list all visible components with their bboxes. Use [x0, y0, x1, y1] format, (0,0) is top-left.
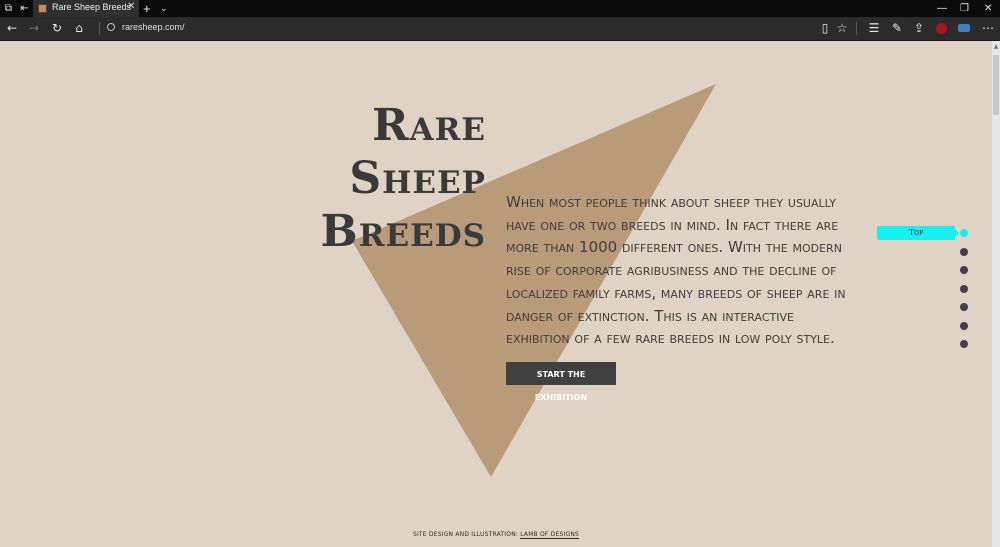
tab-title: Rare Sheep Breeds	[52, 2, 132, 12]
minimize-button[interactable]: —	[937, 0, 947, 17]
browser-nav-bar: ← → ↻ ⌂ raresheep.com/ ▯ ☆ ☰ ✎ ⇪ ⋯	[0, 17, 1000, 41]
intro-paragraph: When most people think about sheep they …	[506, 193, 846, 348]
toolbar-divider	[99, 22, 100, 35]
new-tab-button[interactable]: +	[143, 0, 151, 17]
restore-button[interactable]: ❐	[960, 0, 969, 17]
extension-badge-icon[interactable]	[936, 23, 947, 34]
reading-view-icon[interactable]: ▯	[816, 20, 834, 37]
section-dot[interactable]	[960, 247, 968, 256]
section-dot-nav: Top	[877, 225, 977, 355]
title-line-breeds: Breeds	[320, 206, 486, 257]
close-window-button[interactable]: ✕	[984, 0, 992, 17]
back-arrow-icon[interactable]: ←	[3, 20, 21, 37]
tab-close-icon[interactable]: ✕	[127, 1, 135, 12]
tab-actions-icon[interactable]: ⧉	[3, 3, 14, 14]
refresh-icon[interactable]: ↻	[48, 20, 66, 37]
sheep-favicon-icon	[38, 4, 47, 13]
footer-credit-prefix: SITE DESIGN AND ILLUSTRATION:	[412, 531, 519, 538]
section-dot[interactable]	[960, 303, 968, 311]
active-section-label[interactable]: Top	[877, 226, 959, 240]
section-dot-active[interactable]	[960, 229, 968, 237]
favorite-star-icon[interactable]: ☆	[833, 20, 851, 37]
section-dot[interactable]	[960, 340, 968, 348]
forward-arrow-icon[interactable]: →	[25, 20, 43, 37]
extension-password-icon[interactable]	[958, 24, 970, 32]
browser-tab-active[interactable]: Rare Sheep Breeds ✕	[33, 0, 139, 17]
favorites-hub-icon[interactable]: ☰	[865, 20, 883, 37]
web-note-pen-icon[interactable]: ✎	[888, 20, 906, 37]
toolbar-divider	[856, 22, 857, 35]
set-tabs-aside-icon[interactable]: ⇤	[19, 3, 30, 14]
page-viewport: Rare Sheep Breeds When most people think…	[0, 41, 992, 547]
browser-tab-bar: ⧉ ⇤ Rare Sheep Breeds ✕ + ⌄ — ❐ ✕	[0, 0, 1000, 17]
page-scrollbar[interactable]: ▲	[992, 41, 1000, 547]
footer-credit: SITE DESIGN AND ILLUSTRATION: LAMB OF DE…	[0, 531, 992, 539]
section-dot[interactable]	[960, 321, 968, 330]
lamb-of-designs-link[interactable]: LAMB OF DESIGNS	[520, 531, 580, 539]
scroll-up-arrow-icon[interactable]: ▲	[993, 43, 999, 51]
more-menu-icon[interactable]: ⋯	[979, 20, 997, 37]
title-line-sheep: Sheep	[349, 153, 486, 204]
section-dot[interactable]	[960, 266, 968, 274]
title-line-rare: Rare	[371, 100, 486, 151]
address-bar[interactable]: raresheep.com/	[122, 22, 185, 32]
page-title: Rare Sheep Breeds	[300, 99, 486, 258]
home-icon[interactable]: ⌂	[70, 20, 88, 37]
scrollbar-thumb[interactable]	[993, 55, 999, 115]
tab-preview-chevron-icon[interactable]: ⌄	[160, 0, 168, 17]
share-icon[interactable]: ⇪	[910, 20, 928, 37]
section-dot[interactable]	[960, 284, 968, 293]
start-exhibition-button[interactable]: START THE EXHIBITION	[506, 362, 616, 402]
site-info-icon[interactable]	[107, 23, 115, 31]
